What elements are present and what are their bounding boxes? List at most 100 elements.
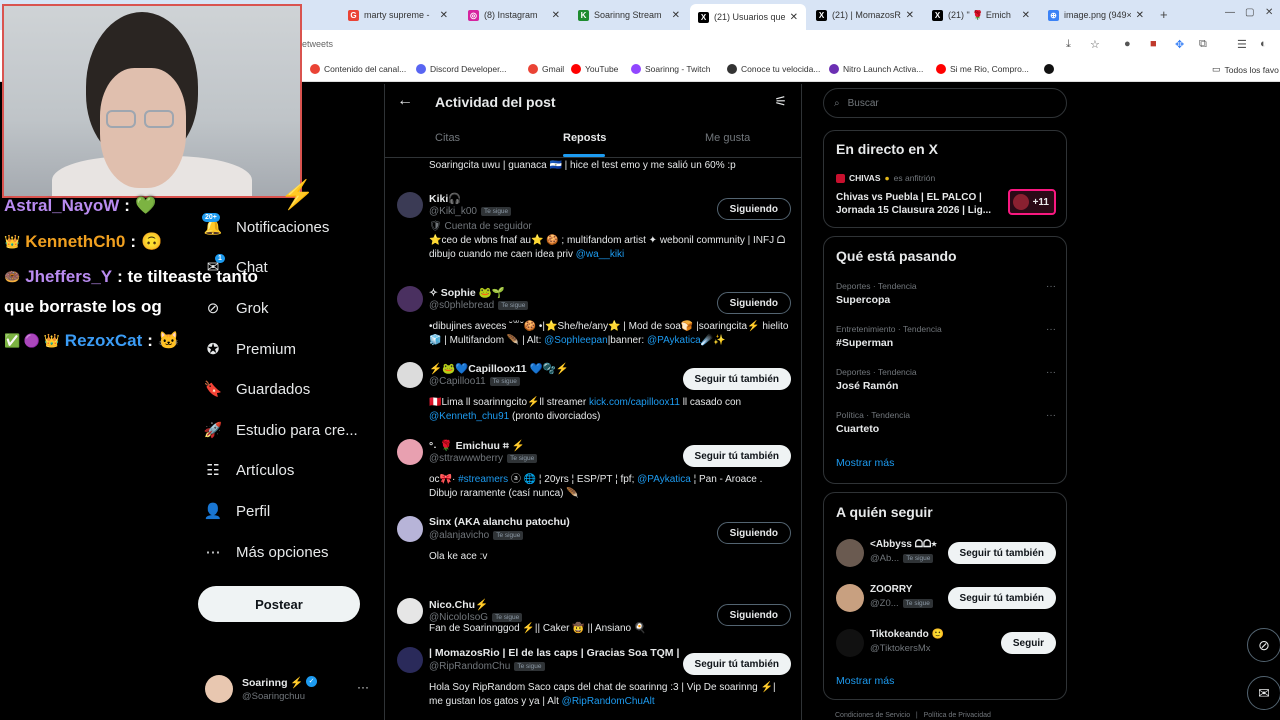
sidebar-item-grok[interactable]: ⊘ Grok (204, 299, 269, 318)
avatar[interactable] (397, 439, 423, 465)
avatar[interactable] (397, 598, 423, 624)
minimize-icon[interactable]: — (1225, 7, 1235, 18)
user-name[interactable]: | MomazosRio | El de las caps | Gracias … (429, 647, 679, 659)
more-icon[interactable]: ··· (1046, 367, 1056, 378)
close-window-icon[interactable]: ✕ (1265, 7, 1273, 18)
account-switcher[interactable]: Soarinng ⚡ ✓ @Soaringchuu ··· (205, 673, 375, 707)
bookmark-item[interactable]: Soarinng - Twitch (631, 64, 711, 74)
bookmark-item[interactable]: Si me Rio, Compro... (936, 64, 1029, 74)
avatar[interactable] (836, 584, 864, 612)
new-tab-icon[interactable]: + (1160, 7, 1168, 22)
install-icon[interactable]: ⤓ (1066, 38, 1071, 51)
tab-reposts[interactable]: Reposts (563, 132, 606, 144)
browser-tab[interactable]: Gmarty supreme - ✕ (340, 4, 456, 26)
browser-tab[interactable]: ◎ (8) Instagram ✕ (460, 4, 568, 26)
follow-button[interactable]: Seguir tú también (947, 587, 1056, 609)
suggestion-name[interactable]: Tiktokeando 🙂 (870, 629, 944, 640)
messages-icon[interactable]: ✉ (1247, 676, 1280, 710)
extension-icon[interactable]: ■ (1150, 38, 1157, 50)
filter-icon[interactable]: ⚟ (774, 93, 787, 110)
user-name[interactable]: °˖ 🌹 Emichuu ⌗ ⚡ (429, 439, 525, 453)
bio-link[interactable]: @Kenneth_chu91 (429, 411, 509, 422)
more-icon[interactable]: ··· (1046, 281, 1056, 292)
profile-icon[interactable]: ◐ (1260, 38, 1267, 50)
suggestion-name[interactable]: ZOORRY (870, 584, 912, 595)
sidebar-item-article[interactable]: ☷ Artículos (204, 461, 294, 480)
trend-item[interactable]: Deportes · Tendencia José Ramón ··· (836, 367, 1056, 392)
more-icon[interactable]: ··· (1046, 410, 1056, 421)
following-button[interactable]: Siguiendo (716, 522, 791, 544)
close-tab-icon[interactable]: ✕ (552, 10, 560, 21)
more-icon[interactable]: ··· (1046, 324, 1056, 335)
trend-item[interactable]: Política · Tendencia Cuarteto ··· (836, 410, 1056, 435)
bookmark-item[interactable]: Discord Developer... (416, 64, 507, 74)
tab-likes[interactable]: Me gusta (705, 132, 750, 144)
search-input[interactable]: ⌕ Buscar (823, 88, 1067, 118)
star-icon[interactable]: ☆ (1090, 38, 1100, 51)
browser-tab[interactable]: X (21) " 🌹 Emich ✕ (924, 4, 1038, 26)
bio-link[interactable]: @RipRandomChuAlt (562, 696, 655, 707)
suggestion-name[interactable]: <Abbyss ᗝᗝ⭑ (870, 539, 937, 550)
bio-link[interactable]: @PAykatica (637, 474, 691, 485)
menu-icon[interactable]: ☰ (1237, 38, 1247, 51)
bookmark-item[interactable] (1044, 64, 1058, 74)
trend-item[interactable]: Deportes · Tendencia Supercopa ··· (836, 281, 1056, 306)
puzzle-icon[interactable]: ⧉ (1199, 38, 1207, 51)
bookmark-item[interactable]: YouTube (571, 64, 618, 74)
sidebar-item-bookmark[interactable]: 🔖 Guardados (204, 380, 311, 399)
all-bookmarks[interactable]: ▭ Todos los favo (1212, 64, 1279, 75)
sidebar-item-more[interactable]: ⋯ Más opciones (204, 543, 329, 562)
more-icon[interactable]: ··· (357, 680, 369, 694)
extension-icon[interactable]: ● (1124, 38, 1131, 50)
live-event[interactable]: Chivas vs Puebla | EL PALCO | Jornada 15… (836, 191, 1001, 217)
url-text[interactable]: etweets (302, 39, 333, 49)
post-button[interactable]: Postear (198, 586, 360, 622)
footer-links[interactable]: Condiciones de Servicio | Política de Pr… (835, 712, 991, 719)
maximize-icon[interactable]: ▢ (1245, 7, 1254, 18)
follow-back-button[interactable]: Seguir tú también (682, 445, 791, 467)
user-name[interactable]: Kiki🎧 (429, 192, 461, 205)
grok-icon[interactable]: ⊘ (1247, 628, 1280, 662)
user-name[interactable]: Sinx (AKA alanchu patochu) (429, 516, 570, 528)
avatar[interactable] (397, 362, 423, 388)
avatar[interactable] (836, 629, 864, 657)
bio-link[interactable]: @Sophleepan (544, 335, 608, 346)
show-more-follow[interactable]: Mostrar más (836, 675, 894, 687)
sidebar-item-premium[interactable]: ✪ Premium (204, 340, 296, 359)
follow-back-button[interactable]: Seguir tú también (682, 653, 791, 675)
sidebar-item-person[interactable]: 👤 Perfil (204, 502, 271, 521)
follow-suggestion[interactable]: <Abbyss ᗝᗝ⭑ @Ab... Te sigue Seguir tú tambi… (836, 537, 1056, 569)
follow-suggestion[interactable]: ZOORRY @Z0... Te sigue Seguir tú también (836, 582, 1056, 614)
avatar[interactable] (836, 539, 864, 567)
bio-link[interactable]: @wa__kiki (576, 249, 625, 260)
following-button[interactable]: Siguiendo (716, 198, 791, 220)
follow-back-button[interactable]: Seguir tú también (682, 368, 791, 390)
tab-citas[interactable]: Citas (435, 132, 460, 144)
close-tab-icon[interactable]: ✕ (440, 10, 448, 21)
following-button[interactable]: Siguiendo (716, 292, 791, 314)
show-more-trends[interactable]: Mostrar más (836, 457, 894, 469)
user-name[interactable]: ⚡🐸💙Capilloox11 💙🫧⚡ (429, 362, 569, 375)
user-name[interactable]: Nico.Chu⚡ (429, 598, 488, 611)
follow-button[interactable]: Seguir tú también (947, 542, 1056, 564)
avatar[interactable] (397, 286, 423, 312)
browser-tab[interactable]: X (21) | MomazosR ✕ (808, 4, 922, 26)
browser-tab[interactable]: ⊕ image.png (949× ✕ (1040, 4, 1152, 26)
avatar[interactable] (397, 647, 423, 673)
user-name[interactable]: ✧ Sophie 🐸🌱 (429, 286, 505, 299)
close-tab-icon[interactable]: ✕ (906, 10, 914, 21)
live-participants[interactable]: +11 (1008, 189, 1056, 215)
avatar[interactable] (397, 516, 423, 542)
trend-item[interactable]: Entretenimiento · Tendencia #Superman ··· (836, 324, 1056, 349)
close-tab-icon[interactable]: ✕ (1022, 10, 1030, 21)
browser-tab[interactable]: K Soarinng Stream ✕ (570, 4, 688, 26)
sidebar-item-bell[interactable]: 🔔 Notificaciones (204, 218, 330, 237)
bookmark-item[interactable]: Conoce tu velocida... (727, 64, 820, 74)
close-tab-icon[interactable]: ✕ (790, 12, 798, 23)
browser-tab[interactable]: X (21) Usuarios que ✕ (690, 4, 806, 30)
bio-link[interactable]: kick.com/capilloox11 (589, 397, 680, 408)
avatar[interactable] (397, 192, 423, 218)
bio-link[interactable]: #streamers (458, 474, 508, 485)
close-tab-icon[interactable]: ✕ (1136, 10, 1144, 21)
bookmark-item[interactable]: Gmail (528, 64, 564, 74)
